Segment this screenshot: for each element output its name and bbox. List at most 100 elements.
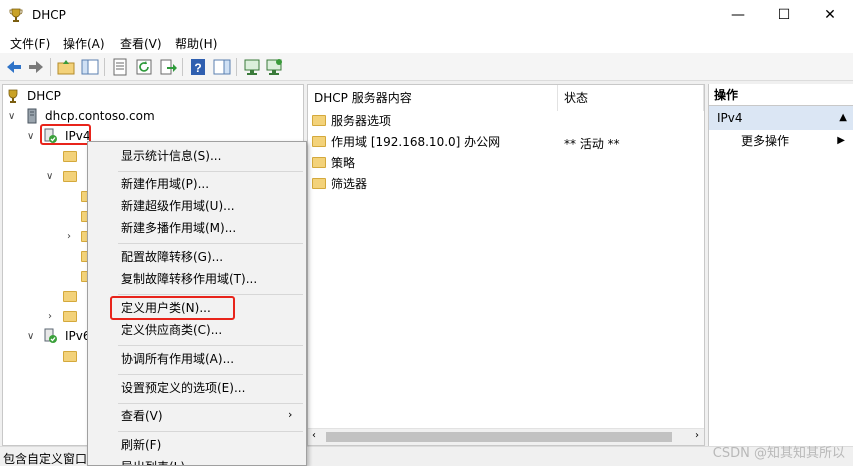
- scroll-left-icon[interactable]: ‹: [312, 430, 316, 441]
- toolbar-separator: [182, 58, 183, 76]
- scrollbar-thumb[interactable]: [326, 432, 672, 442]
- window-title: DHCP: [32, 8, 66, 22]
- chevron-down-icon[interactable]: ∨: [27, 131, 34, 142]
- filter-icon: [63, 310, 77, 322]
- menu-item-configure-failover[interactable]: 配置故障转移(G)...: [88, 246, 306, 268]
- menu-separator: [118, 431, 303, 432]
- menu-separator: [118, 171, 303, 172]
- menu-item-replicate-failover[interactable]: 复制故障转移作用域(T)...: [88, 268, 306, 290]
- list-item[interactable]: 策略: [312, 152, 355, 172]
- more-actions-label: 更多操作: [741, 134, 790, 148]
- list-item-name: 作用域 [192.168.10.0] 办公网: [331, 134, 501, 149]
- dhcp-trophy-icon: [9, 8, 23, 22]
- menu-view[interactable]: 查看(V): [120, 35, 162, 52]
- filter-icon: [312, 177, 326, 189]
- list-item[interactable]: 筛选器: [312, 173, 367, 193]
- server-icon: [27, 108, 37, 124]
- unauthorize-server-icon[interactable]: [264, 57, 284, 77]
- chevron-right-icon: ▶: [837, 135, 845, 146]
- collapse-up-icon[interactable]: ▲: [839, 106, 847, 130]
- menu-separator: [118, 374, 303, 375]
- menu-item-reconcile-all-scopes[interactable]: 协调所有作用域(A)...: [88, 348, 306, 370]
- ipv4-highlight-box: [40, 124, 91, 145]
- action-pane: 操作 IPv4 ▲ 更多操作 ▶: [708, 84, 853, 446]
- tree-item-server[interactable]: dhcp.contoso.com: [25, 106, 155, 126]
- properties-icon[interactable]: [110, 57, 130, 77]
- menu-item-refresh[interactable]: 刷新(F): [88, 434, 306, 456]
- menu-action[interactable]: 操作(A): [63, 35, 105, 52]
- tree-item-ipv6[interactable]: IPv6: [43, 326, 91, 346]
- chevron-down-icon[interactable]: ∨: [46, 171, 53, 182]
- tree-item-server-options[interactable]: [63, 146, 77, 166]
- toolbar-separator: [50, 58, 51, 76]
- scroll-right-icon[interactable]: ›: [695, 430, 699, 441]
- list-item-status: ** 活动 **: [564, 137, 620, 151]
- menu-item-view[interactable]: 查看(V): [88, 405, 306, 427]
- maximize-button[interactable]: ☐: [761, 0, 807, 31]
- details-pane: DHCP 服务器内容 状态 服务器选项 作用域 [192.168.10.0] 办…: [307, 84, 705, 446]
- define-user-classes-highlight-box: [110, 296, 235, 320]
- tree-item-dhcp-root[interactable]: DHCP: [5, 86, 61, 106]
- folder-icon: [312, 156, 326, 168]
- menu-file[interactable]: 文件(F): [10, 35, 50, 52]
- server-options-icon: [63, 350, 77, 362]
- menu-item-set-predefined-options[interactable]: 设置预定义的选项(E)...: [88, 377, 306, 399]
- toolbar-separator: [104, 58, 105, 76]
- menu-item-define-vendor-classes[interactable]: 定义供应商类(C)...: [88, 319, 306, 341]
- folder-icon: [63, 170, 77, 182]
- menu-item-new-multicast-scope[interactable]: 新建多播作用域(M)...: [88, 217, 306, 239]
- list-item[interactable]: 作用域 [192.168.10.0] 办公网: [312, 131, 500, 151]
- svg-text:?: ?: [194, 61, 201, 75]
- help-icon[interactable]: ?: [188, 57, 208, 77]
- menu-item-export-list[interactable]: 导出列表(L)...: [88, 456, 306, 465]
- chevron-right-icon[interactable]: ›: [67, 231, 71, 242]
- action-pane-icon[interactable]: [212, 57, 232, 77]
- submenu-arrow-icon: ›: [288, 408, 293, 421]
- menu-bar: 文件(F) 操作(A) 查看(V) 帮助(H): [0, 31, 853, 53]
- menu-item-show-statistics[interactable]: 显示统计信息(S)...: [88, 145, 306, 167]
- close-button[interactable]: ✕: [807, 0, 853, 31]
- toolbar: ?: [0, 53, 853, 81]
- server-options-icon: [312, 114, 326, 126]
- show-hide-tree-icon[interactable]: [80, 57, 100, 77]
- folder-icon: [63, 290, 77, 302]
- title-bar: DHCP — ☐ ✕: [0, 0, 853, 31]
- menu-help[interactable]: 帮助(H): [175, 35, 217, 52]
- authorize-server-icon[interactable]: [242, 57, 262, 77]
- list-item-name: 筛选器: [331, 176, 368, 191]
- back-arrow-icon[interactable]: [4, 57, 24, 77]
- minimize-button[interactable]: —: [715, 0, 761, 31]
- dhcp-trophy-icon: [8, 89, 18, 103]
- ipv6-protocol-icon: [44, 328, 57, 343]
- list-item-name: 策略: [331, 155, 356, 170]
- chevron-down-icon[interactable]: ∨: [27, 331, 34, 342]
- tree-item-filters[interactable]: [63, 306, 77, 326]
- server-options-icon: [63, 150, 77, 162]
- chevron-down-icon[interactable]: ∨: [8, 111, 15, 122]
- tree-item-ipv6-server-options[interactable]: [63, 346, 77, 366]
- folder-icon: [312, 135, 326, 147]
- tree-item-scope[interactable]: [63, 166, 77, 186]
- column-header-status[interactable]: 状态: [558, 85, 704, 111]
- more-actions-item[interactable]: 更多操作 ▶: [709, 130, 853, 152]
- action-pane-title: 操作: [709, 84, 853, 106]
- status-text: 包含自定义窗口: [3, 452, 88, 466]
- list-item[interactable]: 服务器选项: [312, 110, 391, 130]
- toolbar-separator: [236, 58, 237, 76]
- refresh-icon[interactable]: [134, 57, 154, 77]
- action-section-label: IPv4: [717, 111, 743, 125]
- horizontal-scrollbar[interactable]: ‹ ›: [308, 428, 704, 445]
- tree-label: dhcp.contoso.com: [45, 109, 155, 123]
- export-list-icon[interactable]: [158, 57, 178, 77]
- action-section-ipv4[interactable]: IPv4 ▲: [709, 106, 853, 130]
- forward-arrow-icon[interactable]: [26, 57, 46, 77]
- tree-label: DHCP: [27, 89, 61, 103]
- tree-item-policies[interactable]: [63, 286, 77, 306]
- menu-item-new-superscope[interactable]: 新建超级作用域(U)...: [88, 195, 306, 217]
- chevron-right-icon[interactable]: ›: [48, 311, 52, 322]
- list-item-name: 服务器选项: [331, 113, 392, 128]
- menu-separator: [118, 345, 303, 346]
- column-header-contents[interactable]: DHCP 服务器内容: [308, 85, 558, 111]
- up-folder-icon[interactable]: [56, 57, 76, 77]
- menu-item-new-scope[interactable]: 新建作用域(P)...: [88, 173, 306, 195]
